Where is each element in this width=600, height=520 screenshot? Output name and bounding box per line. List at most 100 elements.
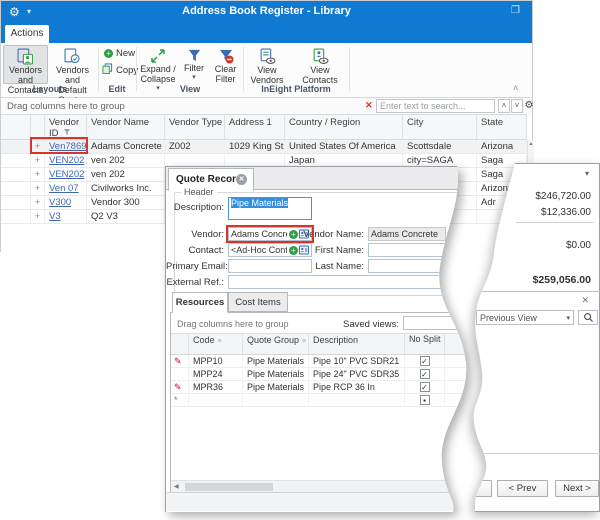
vendor-id-link[interactable]: VEN202 xyxy=(49,155,84,166)
first-name-label: First Name: xyxy=(284,245,364,256)
search-input[interactable] xyxy=(376,99,495,113)
first-name-field[interactable] xyxy=(368,243,446,257)
ribbon-collapse-icon[interactable]: ˄ xyxy=(513,83,518,93)
new-resource-row[interactable]: * ▪ xyxy=(171,394,473,407)
filter-icon xyxy=(187,48,202,63)
resources-header-row: Code≡ Quote Group≡ Description No Split xyxy=(171,333,473,355)
row-edited-pencil-icon: ✎ xyxy=(171,381,189,393)
next-button[interactable]: Next > xyxy=(555,480,599,497)
vendor-id-link[interactable]: V300 xyxy=(49,197,71,208)
grid-settings-gear-icon[interactable]: ⚙ xyxy=(524,99,534,113)
clear-filter-button[interactable]: Clear Filter xyxy=(210,45,241,84)
external-ref-field[interactable] xyxy=(228,275,468,289)
column-header-country[interactable]: Country / Region xyxy=(285,115,403,139)
panel-divider xyxy=(470,291,600,292)
panel-close-icon[interactable]: ✕ xyxy=(581,295,589,306)
vendor-field-annotation-box xyxy=(226,225,314,243)
resources-horizontal-scrollbar[interactable]: ◀ xyxy=(171,480,473,492)
column-header-description[interactable]: Description xyxy=(309,334,405,354)
search-next-button[interactable]: ˅ xyxy=(511,99,523,113)
column-header-address1[interactable]: Address 1 xyxy=(225,115,285,139)
no-split-checkbox[interactable]: ✓ xyxy=(420,369,430,379)
column-header-state[interactable]: State xyxy=(477,115,527,139)
view-search-button[interactable] xyxy=(578,310,598,325)
column-header-code[interactable]: Code≡ xyxy=(189,334,243,354)
group-by-hint: Drag columns here to group xyxy=(7,101,125,112)
view-vendors-button[interactable]: View Vendors xyxy=(242,45,292,84)
resource-row[interactable]: MPP24 Pipe Materials Pipe 24" PVC SDR35 … xyxy=(171,368,473,381)
tab-cost-items[interactable]: Cost Items xyxy=(228,292,288,312)
row-expander-icon[interactable]: + xyxy=(31,154,45,167)
vendor-id-link[interactable]: VEN202 xyxy=(49,169,84,180)
resource-row[interactable]: ✎ MPR36 Pipe Materials Pipe RCP 36 In ✓ xyxy=(171,381,473,394)
new-button[interactable]: + New xyxy=(102,48,135,59)
button-label: View Vendors xyxy=(243,65,291,85)
saved-view-combo[interactable]: Previous View ▾ xyxy=(476,310,574,325)
total-amount: $259,056.00 xyxy=(533,274,591,286)
column-filter-icon xyxy=(63,128,71,136)
tab-label: Quote Record xyxy=(176,174,242,185)
row-expander-icon[interactable]: + xyxy=(31,168,45,181)
vendor-name-field: Adams Concrete xyxy=(368,227,446,241)
quote-record-dialog: Quote Record ✕ Header Description: Pipe … xyxy=(165,166,477,512)
combo-caret-icon: ▾ xyxy=(566,314,570,322)
resources-group-hint: Drag columns here to group xyxy=(177,319,289,329)
button-label: Expand / Collapse xyxy=(139,64,177,84)
vendors-and-contacts-button[interactable]: Vendors and Contacts xyxy=(3,45,48,84)
grid-toolbar: Drag columns here to group ✕ ˄ ˅ ⚙ xyxy=(1,98,532,114)
group-label-platform: InEight Platform xyxy=(244,84,348,94)
row-expander-icon[interactable]: + xyxy=(31,182,45,195)
view-contacts-button[interactable]: View Contacts xyxy=(294,45,346,84)
panel-dropdown-caret-icon[interactable]: ▾ xyxy=(585,169,589,178)
titlebar: ⚙ ▾ Address Book Register - Library ❐ xyxy=(1,1,532,23)
column-header-vendor-name[interactable]: Vendor Name xyxy=(87,115,165,139)
scrollbar-thumb[interactable] xyxy=(185,483,273,491)
vendors-and-default-quotes-button[interactable]: Vendors and Default Quotes xyxy=(49,45,96,84)
saved-views-combo[interactable] xyxy=(403,316,469,330)
contact-label: Contact: xyxy=(166,245,224,256)
button-label: New xyxy=(116,48,135,59)
vendor-label: Vendor: xyxy=(166,229,224,240)
column-header-no-split[interactable]: No Split xyxy=(405,334,445,354)
search-prev-button[interactable]: ˄ xyxy=(498,99,510,113)
filter-button[interactable]: Filter ▾ xyxy=(180,45,208,84)
dialog-footer xyxy=(167,492,477,511)
scroll-up-icon[interactable]: ▲ xyxy=(529,141,534,147)
description-label: Description: xyxy=(166,202,224,213)
prev-button[interactable]: < Prev xyxy=(497,480,548,497)
view-contacts-icon xyxy=(312,48,329,65)
window-restore-icon[interactable]: ❐ xyxy=(511,5,520,16)
no-split-checkbox[interactable]: ✓ xyxy=(420,382,430,392)
row-expander-icon[interactable]: + xyxy=(31,196,45,209)
column-header-quote-group[interactable]: Quote Group≡ xyxy=(243,334,309,354)
row-edited-pencil-icon: ✎ xyxy=(171,355,189,367)
column-header-vendor-id[interactable]: Vendor ID xyxy=(45,115,87,139)
button-label: Clear Filter xyxy=(211,64,240,84)
button-label: Filter xyxy=(184,63,204,73)
vendor-id-annotation-box xyxy=(30,137,88,154)
scroll-left-icon[interactable]: ◀ xyxy=(174,483,179,490)
resource-row[interactable]: ✎ MPP10 Pipe Materials Pipe 10" PVC SDR2… xyxy=(171,355,473,368)
clear-search-icon[interactable]: ✕ xyxy=(365,100,373,111)
column-header-vendor-type[interactable]: Vendor Type xyxy=(165,115,225,139)
screenshot-stage: ⚙ ▾ Address Book Register - Library ❐ Ac… xyxy=(0,0,600,520)
view-vendors-icon xyxy=(259,48,276,65)
description-field[interactable]: Pipe Materials xyxy=(228,197,312,220)
last-name-field[interactable] xyxy=(368,259,446,273)
column-header-city[interactable]: City xyxy=(403,115,477,139)
vendor-id-link[interactable]: Ven 07 xyxy=(49,183,79,194)
no-split-checkbox[interactable]: ✓ xyxy=(420,356,430,366)
no-split-checkbox[interactable]: ▪ xyxy=(420,395,430,405)
tab-close-icon[interactable]: ✕ xyxy=(236,174,247,185)
header-expander-cell xyxy=(31,115,45,139)
copy-button[interactable]: Copy xyxy=(102,63,138,77)
window-title: Address Book Register - Library xyxy=(1,5,532,17)
row-expander-icon[interactable]: + xyxy=(31,210,45,223)
tab-resources[interactable]: Resources xyxy=(172,292,228,313)
saved-views-label: Saved views: xyxy=(317,319,399,330)
vendors-contacts-icon xyxy=(17,48,34,65)
resources-body: ✎ MPP10 Pipe Materials Pipe 10" PVC SDR2… xyxy=(171,355,473,407)
tab-actions[interactable]: Actions xyxy=(5,25,49,43)
vendor-id-link[interactable]: V3 xyxy=(49,211,61,222)
expand-collapse-button[interactable]: Expand / Collapse ▾ xyxy=(138,45,178,84)
